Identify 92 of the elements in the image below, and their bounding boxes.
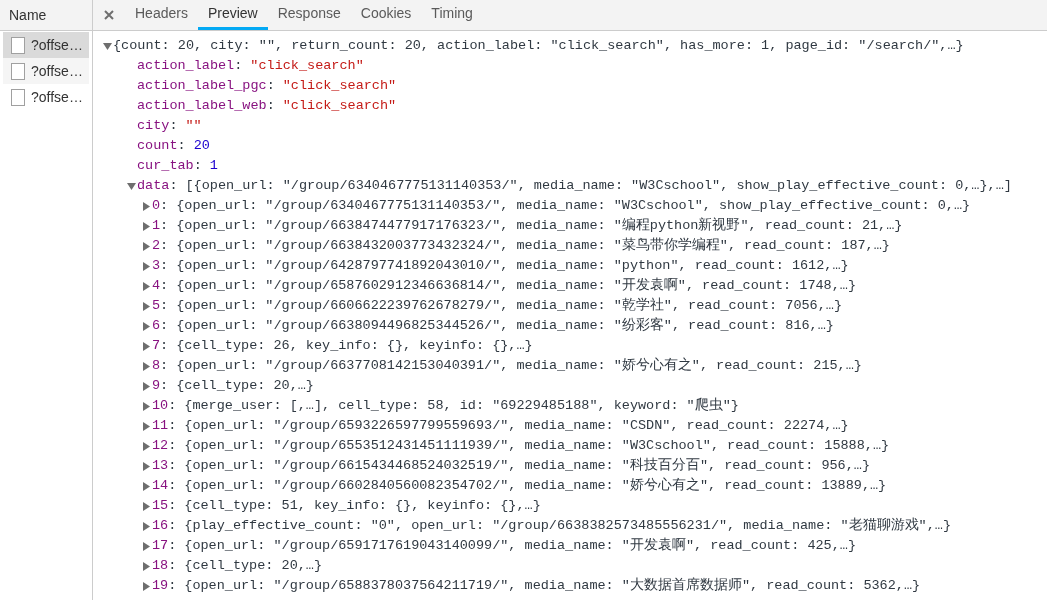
collapsed-triangle-icon[interactable] — [140, 421, 152, 431]
collapsed-triangle-icon[interactable] — [140, 521, 152, 531]
collapsed-triangle-icon[interactable] — [140, 341, 152, 351]
property-key: 10: — [152, 395, 185, 417]
collapsed-triangle-icon[interactable] — [140, 261, 152, 271]
property-value: 1 — [209, 156, 218, 175]
property-key: 3: — [152, 255, 177, 277]
property-value: {open_url: "/group/6587602912346636814/", media_name: "开发袁啊", read_count: 1748,…} — [176, 276, 857, 295]
request-name: ?offse… — [31, 87, 83, 107]
close-icon — [104, 10, 114, 20]
property-value: "click_search" — [282, 76, 397, 95]
property-value: {open_url: "/group/6638474477917176323/", media_name: "编程python新视野", read_count: 21,…} — [176, 216, 903, 235]
request-name: ?offse… — [31, 35, 83, 55]
property-key: data: — [137, 175, 186, 197]
property-key: 12: — [152, 435, 185, 457]
collapsed-triangle-icon[interactable] — [140, 561, 152, 571]
collapsed-triangle-icon[interactable] — [140, 301, 152, 311]
property-key: 18: — [152, 555, 185, 577]
property-key: action_label_pgc: — [137, 75, 283, 97]
object-summary: {count: 20, city: "", return_count: 20, action_label: "click_search", has_more: 1, page_id: "/search/",…} — [113, 36, 964, 55]
tab[interactable]: Timing — [421, 0, 483, 30]
property-value: {merge_user: [,…], cell_type: 58, id: "69229485188", keyword: "爬虫"} — [184, 396, 739, 415]
property-key: 15: — [152, 495, 185, 517]
property-value: "" — [185, 116, 202, 135]
request-row[interactable]: ?offse… — [3, 58, 89, 84]
property-value: {open_url: "/group/6591717619043140099/", media_name: "开发袁啊", read_count: 425,…} — [184, 536, 856, 555]
property-key: city: — [137, 115, 186, 137]
collapsed-triangle-icon[interactable] — [140, 441, 152, 451]
collapsed-triangle-icon[interactable] — [140, 241, 152, 251]
property-key: 17: — [152, 535, 185, 557]
expanded-triangle-icon[interactable] — [125, 181, 137, 191]
property-key: count: — [137, 135, 194, 157]
property-value: {cell_type: 20,…} — [176, 376, 314, 395]
collapsed-triangle-icon[interactable] — [140, 321, 152, 331]
property-key: action_label_web: — [137, 95, 283, 117]
request-name: ?offse… — [31, 61, 83, 81]
property-key: 13: — [152, 455, 185, 477]
property-key: cur_tab: — [137, 155, 210, 177]
property-value: {open_url: "/group/6638432003773432324/", media_name: "菜鸟带你学编程", read_count: 187,…} — [176, 236, 890, 255]
collapsed-triangle-icon[interactable] — [140, 381, 152, 391]
property-key: 1: — [152, 215, 177, 237]
property-value: "click_search" — [250, 56, 364, 75]
collapsed-triangle-icon[interactable] — [140, 581, 152, 591]
request-row[interactable]: ?offse… — [3, 32, 89, 58]
property-value: {open_url: "/group/6637708142153040391/", media_name: "娇兮心有之", read_count: 215,…} — [176, 356, 862, 375]
property-key: 5: — [152, 295, 177, 317]
property-key: 16: — [152, 515, 185, 537]
property-value: {open_url: "/group/6340467775131140353/", media_name: "W3Cschool", show_play_effective_count: 0,…} — [176, 196, 971, 215]
column-header: Name — [9, 5, 47, 25]
property-key: 4: — [152, 275, 177, 297]
property-value: {cell_type: 26, key_info: {}, keyinfo: {},…} — [176, 336, 533, 355]
property-value: {open_url: "/group/6602840560082354702/", media_name: "娇兮心有之", read_count: 13889,…} — [184, 476, 887, 495]
collapsed-triangle-icon[interactable] — [140, 281, 152, 291]
file-icon — [11, 62, 25, 80]
property-value: {open_url: "/group/6638094496825344526/", media_name: "纷彩客", read_count: 816,…} — [176, 316, 834, 335]
tab[interactable]: Preview — [197, 0, 268, 30]
expanded-triangle-icon[interactable] — [101, 41, 113, 51]
collapsed-triangle-icon[interactable] — [140, 461, 152, 471]
tab[interactable]: Response — [267, 0, 351, 30]
collapsed-triangle-icon[interactable] — [140, 541, 152, 551]
property-value: {cell_type: 51, key_info: {}, keyinfo: {},…} — [184, 496, 541, 515]
property-key: 11: — [152, 415, 185, 437]
property-value: {open_url: "/group/6593226597799559693/", media_name: "CSDN", read_count: 22274,…} — [184, 416, 849, 435]
property-key: 14: — [152, 475, 185, 497]
property-value: "click_search" — [282, 96, 397, 115]
tab[interactable]: Cookies — [350, 0, 422, 30]
property-key: 0: — [152, 195, 177, 217]
collapsed-triangle-icon[interactable] — [140, 401, 152, 411]
property-value: [{open_url: "/group/6340467775131140353/", media_name: "W3Cschool", show_play_effective_count: 0,…},…] — [185, 176, 1012, 195]
property-value: {open_url: "/group/6606622239762678279/", media_name: "乾学社", read_count: 7056,…} — [176, 296, 843, 315]
property-value: {open_url: "/group/6553512431451111939/", media_name: "W3Cschool", read_count: 15888,…} — [184, 436, 890, 455]
property-value: 20 — [193, 136, 210, 155]
property-value: {cell_type: 20,…} — [184, 556, 323, 575]
collapsed-triangle-icon[interactable] — [140, 481, 152, 491]
property-key: 2: — [152, 235, 177, 257]
property-value: {play_effective_count: "0", open_url: "/group/6638382573485556231/", media_name: "老猫聊游戏",…} — [184, 516, 952, 535]
file-icon — [11, 36, 25, 54]
file-icon — [11, 88, 25, 106]
collapsed-triangle-icon[interactable] — [140, 221, 152, 231]
collapsed-triangle-icon[interactable] — [140, 201, 152, 211]
collapsed-triangle-icon[interactable] — [140, 361, 152, 371]
property-value: {open_url: "/group/6588378037564211719/", media_name: "大数据首席数据师", read_count: 5362,…} — [184, 576, 921, 595]
property-key: action_label: — [137, 55, 251, 77]
property-key: 19: — [152, 575, 185, 597]
property-value: {open_url: "/group/6428797741892043010/", media_name: "python", read_count: 1612,…} — [176, 256, 849, 275]
tab[interactable]: Headers — [125, 0, 198, 30]
collapsed-triangle-icon[interactable] — [140, 501, 152, 511]
property-key: 8: — [152, 355, 177, 377]
property-key: 7: — [152, 335, 177, 357]
property-key: 6: — [152, 315, 177, 337]
property-value: {open_url: "/group/6615434468524032519/", media_name: "科技百分百", read_count: 956,…} — [184, 456, 870, 475]
property-key: 9: — [152, 375, 177, 397]
